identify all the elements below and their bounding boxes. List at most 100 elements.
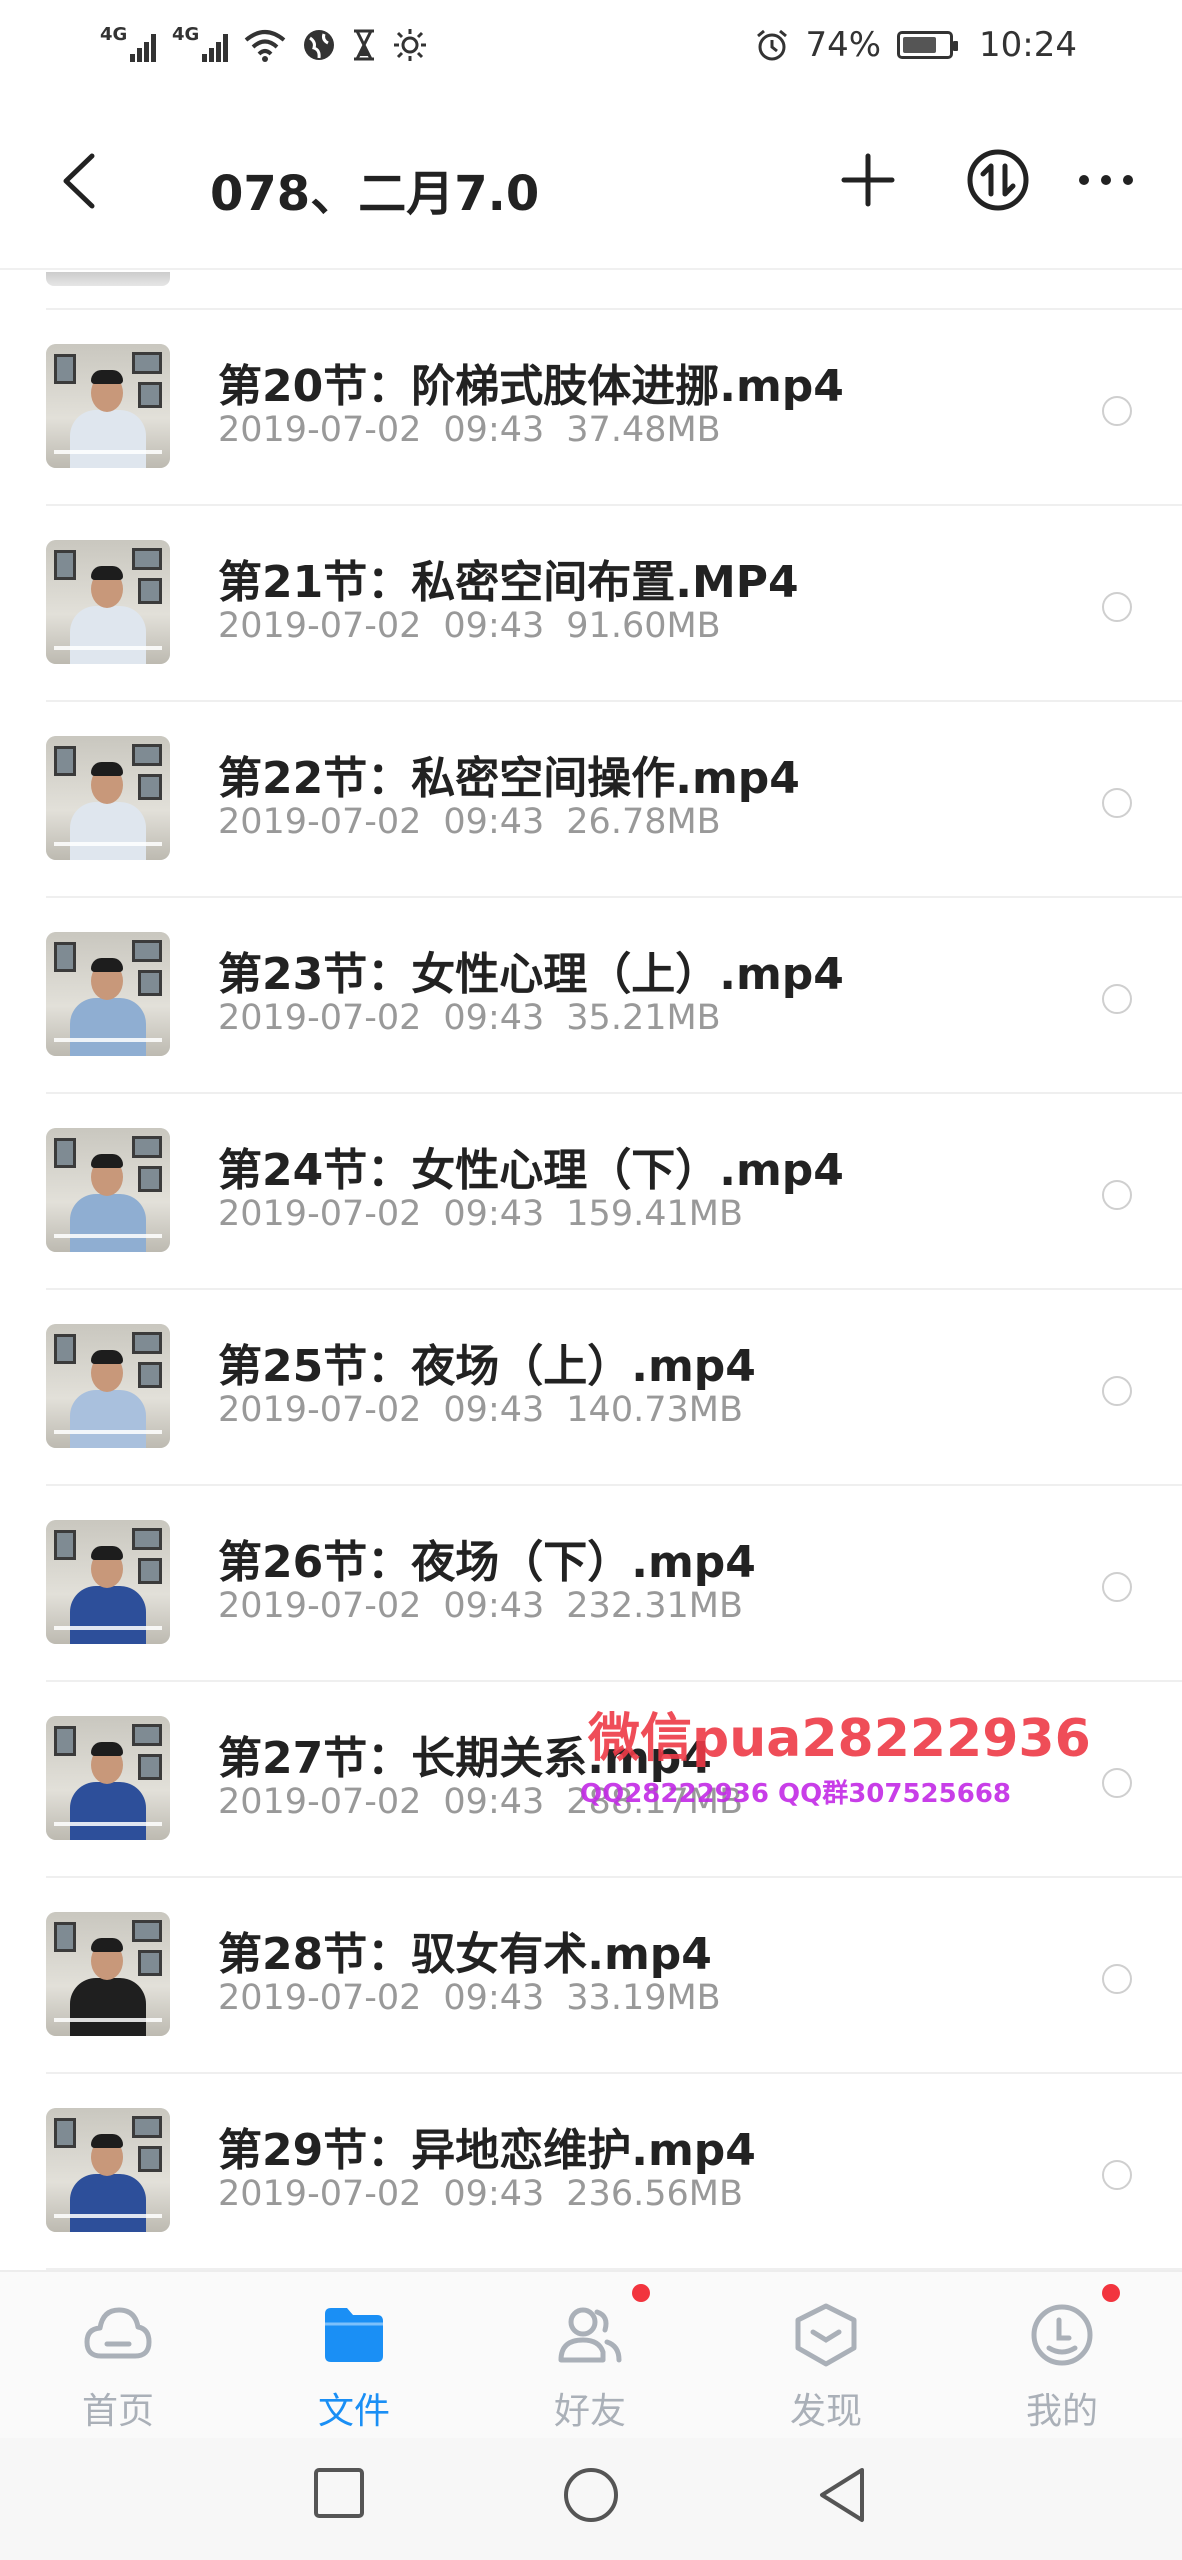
list-item[interactable]: 第28节：驭女有术.mp4 2019-07-02 09:43 33.19MB — [0, 1878, 1182, 2074]
nav-label-profile: 我的 — [1025, 2391, 1098, 2432]
thumbnail-caption — [54, 2214, 162, 2218]
thumbnail-hair — [91, 1938, 123, 1952]
thumbnail-person — [70, 1782, 146, 1840]
thumbnail-frame — [54, 942, 76, 972]
back-nav-icon[interactable] — [816, 2466, 868, 2524]
thumbnail-person — [70, 606, 146, 664]
file-size: 26.78MB — [566, 802, 721, 842]
file-name: 第23节：女性心理（上）.mp4 — [218, 949, 844, 1000]
select-checkbox[interactable] — [1102, 1964, 1132, 1994]
back-icon[interactable] — [56, 152, 106, 210]
file-meta: 2019-07-02 09:43 159.41MB — [218, 1194, 743, 1234]
nav-item-profile[interactable]: 我的 — [944, 2272, 1180, 2440]
thumbnail-hair — [91, 958, 123, 972]
select-checkbox[interactable] — [1102, 1180, 1132, 1210]
thumbnail-frame — [138, 1558, 162, 1584]
add-icon[interactable] — [840, 152, 896, 208]
thumbnail-frame — [138, 578, 162, 604]
file-time: 09:43 — [443, 802, 545, 842]
select-checkbox[interactable] — [1102, 1768, 1132, 1798]
thumbnail-hair — [91, 2134, 123, 2148]
file-name: 第25节：夜场（上）.mp4 — [218, 1341, 756, 1392]
file-meta: 2019-07-02 09:43 140.73MB — [218, 1390, 743, 1430]
thumbnail-caption — [54, 1430, 162, 1434]
list-item[interactable]: 第21节：私密空间布置.MP4 2019-07-02 09:43 91.60MB — [0, 506, 1182, 702]
file-list[interactable]: 第20节：阶梯式肢体进挪.mp4 2019-07-02 09:43 37.48MB 第2… — [0, 272, 1182, 2272]
select-checkbox[interactable] — [1102, 2160, 1132, 2190]
file-time: 09:43 — [443, 606, 545, 646]
nav-item-discover[interactable]: 发现 — [708, 2272, 944, 2440]
file-name: 第28节：驭女有术.mp4 — [218, 1929, 712, 1980]
profile-icon — [1031, 2304, 1093, 2366]
select-checkbox[interactable] — [1102, 984, 1132, 1014]
list-item[interactable]: 第23节：女性心理（上）.mp4 2019-07-02 09:43 35.21MB — [0, 898, 1182, 1094]
file-date: 2019-07-02 — [218, 1390, 422, 1430]
file-size: 35.21MB — [566, 998, 721, 1038]
thumbnail-hair — [91, 1546, 123, 1560]
file-time: 09:43 — [443, 2174, 545, 2214]
file-name: 第26节：夜场（下）.mp4 — [218, 1537, 756, 1588]
home-icon[interactable] — [562, 2466, 620, 2524]
thumbnail-frame — [132, 1136, 162, 1158]
thumbnail-hair — [91, 762, 123, 776]
list-item[interactable]: 第24节：女性心理（下）.mp4 2019-07-02 09:43 159.41MB — [0, 1094, 1182, 1290]
clock: 10:24 — [979, 25, 1077, 65]
cloud-icon — [84, 2307, 152, 2359]
nav-item-files[interactable]: 文件 — [236, 2272, 472, 2440]
file-date: 2019-07-02 — [218, 410, 422, 450]
thumbnail-frame — [54, 354, 76, 384]
thumbnail-frame — [54, 1138, 76, 1168]
select-checkbox[interactable] — [1102, 592, 1132, 622]
list-item-partial[interactable] — [0, 272, 1182, 310]
battery-percent: 74% — [805, 25, 882, 65]
sort-icon[interactable] — [966, 148, 1030, 212]
thumbnail-hair — [91, 1154, 123, 1168]
file-time: 09:43 — [443, 410, 545, 450]
list-item[interactable]: 第26节：夜场（下）.mp4 2019-07-02 09:43 232.31MB — [0, 1486, 1182, 1682]
list-item[interactable]: 第20节：阶梯式肢体进挪.mp4 2019-07-02 09:43 37.48MB — [0, 310, 1182, 506]
discover-icon — [795, 2303, 857, 2367]
signal-icon: 4G — [172, 24, 228, 62]
select-checkbox[interactable] — [1102, 1376, 1132, 1406]
file-name: 第21节：私密空间布置.MP4 — [218, 557, 799, 608]
status-bar: 4G 4G 74% 10:24 — [0, 0, 1182, 90]
status-right: 74% 10:24 — [755, 25, 1077, 65]
thumbnail-caption — [54, 842, 162, 846]
wifi-icon — [244, 30, 286, 62]
file-date: 2019-07-02 — [218, 606, 422, 646]
thumbnail-frame — [54, 550, 76, 580]
file-meta: 2019-07-02 09:43 288.17MB — [218, 1782, 743, 1822]
select-checkbox[interactable] — [1102, 788, 1132, 818]
file-size: 288.17MB — [566, 1782, 743, 1822]
file-size: 236.56MB — [566, 2174, 743, 2214]
list-item[interactable]: 第25节：夜场（上）.mp4 2019-07-02 09:43 140.73MB — [0, 1290, 1182, 1486]
notification-badge — [1102, 2284, 1120, 2302]
more-icon[interactable] — [1076, 168, 1136, 192]
thumbnail-frame — [138, 1362, 162, 1388]
list-item[interactable]: 第29节：异地恋维护.mp4 2019-07-02 09:43 236.56MB — [0, 2074, 1182, 2270]
video-thumbnail — [46, 344, 170, 468]
list-item[interactable]: 第22节：私密空间操作.mp4 2019-07-02 09:43 26.78MB — [0, 702, 1182, 898]
folder-icon — [325, 2308, 383, 2362]
recent-apps-icon[interactable] — [312, 2466, 366, 2520]
nav-item-home[interactable]: 首页 — [0, 2272, 236, 2440]
video-thumbnail — [46, 1324, 170, 1448]
file-name: 第22节：私密空间操作.mp4 — [218, 753, 800, 804]
brightness-icon — [394, 29, 426, 61]
thumbnail-person — [70, 802, 146, 860]
header: 078、二月7.0 — [0, 90, 1182, 270]
thumbnail-person — [70, 1586, 146, 1644]
file-name: 第29节：异地恋维护.mp4 — [218, 2125, 756, 2176]
file-date: 2019-07-02 — [218, 998, 422, 1038]
select-checkbox[interactable] — [1102, 396, 1132, 426]
file-size: 91.60MB — [566, 606, 721, 646]
select-checkbox[interactable] — [1102, 1572, 1132, 1602]
nav-item-friends[interactable]: 好友 — [472, 2272, 708, 2440]
signal-icon: 4G — [100, 24, 156, 62]
file-name: 第27节：长期关系.mp4 — [218, 1733, 712, 1784]
list-item[interactable]: 第27节：长期关系.mp4 2019-07-02 09:43 288.17MB — [0, 1682, 1182, 1878]
thumbnail-frame — [54, 1726, 76, 1756]
thumbnail-person — [70, 998, 146, 1056]
thumbnail-frame — [132, 1528, 162, 1550]
video-thumbnail — [46, 1128, 170, 1252]
